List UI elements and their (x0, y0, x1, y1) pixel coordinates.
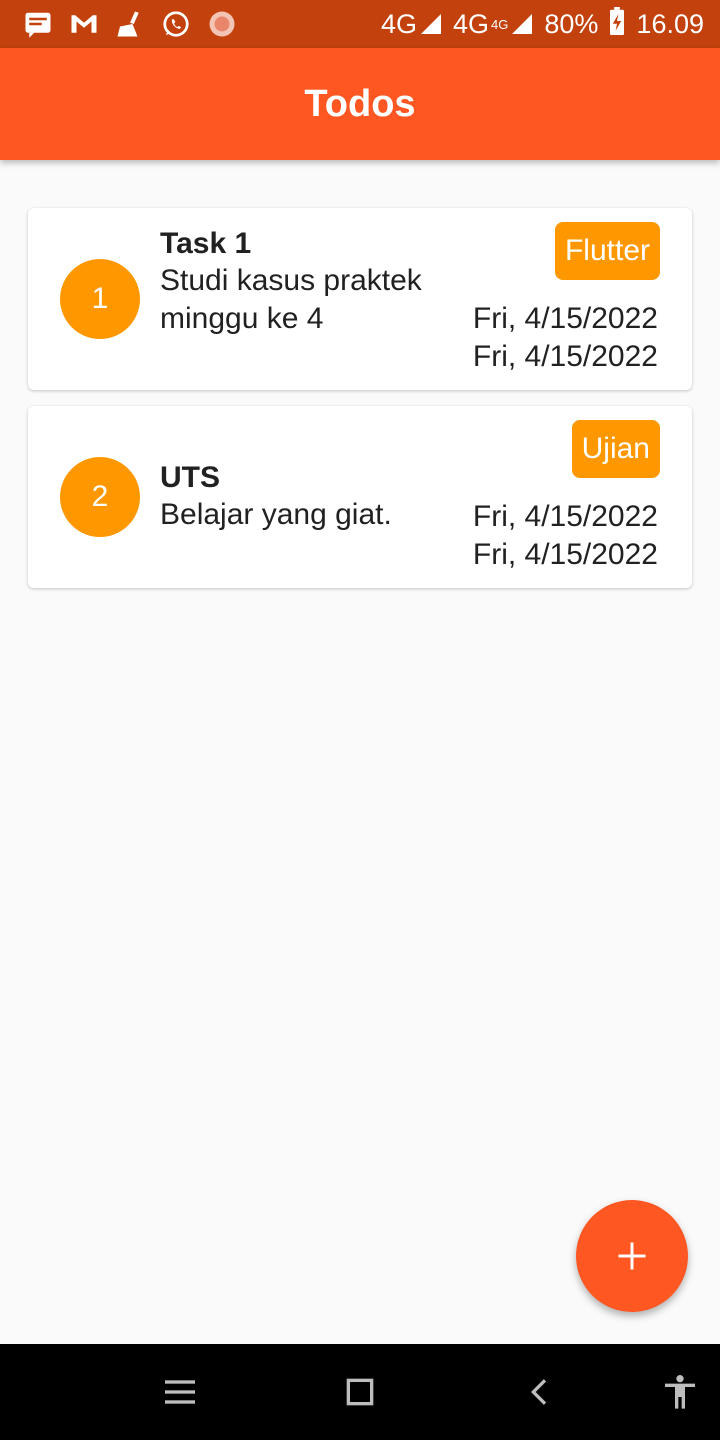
home-square-icon (346, 1378, 374, 1406)
todo-text: Task 1 Studi kasus praktek minggu ke 4 (160, 226, 430, 338)
todo-dates: Fri, 4/15/2022 Fri, 4/15/2022 (473, 300, 658, 376)
battery-charging-icon (608, 6, 626, 42)
whatsapp-icon (160, 8, 192, 40)
clock: 16.09 (636, 8, 704, 39)
battery-percent: 80% (544, 8, 599, 39)
accessibility-icon (665, 1375, 695, 1409)
network-type-2-sup: 4G (491, 16, 509, 32)
back-icon (530, 1379, 547, 1405)
cleaner-icon (114, 8, 146, 40)
home-button[interactable] (336, 1368, 384, 1416)
accessibility-button[interactable] (656, 1368, 704, 1416)
page-title: Todos (304, 82, 416, 125)
network-type-1: 4G (380, 8, 417, 39)
todo-title: UTS (160, 461, 220, 494)
todo-title: Task 1 (160, 227, 252, 260)
todo-description: Studi kasus praktek minggu ke 4 (160, 264, 422, 335)
gmail-icon (68, 8, 100, 40)
menu-button[interactable] (156, 1368, 204, 1416)
todo-tag-chip: Flutter (554, 222, 660, 280)
signal-1: 4G (381, 9, 443, 40)
app-icon (206, 8, 238, 40)
system-indicators: 4G 4G 4G 80% 16.09 (381, 6, 704, 42)
todo-date-end: Fri, 4/15/2022 (472, 538, 658, 571)
todo-tag-chip: Ujian (571, 420, 660, 478)
todo-card[interactable]: 2 UTS Belajar yang giat. Ujian Fri, 4/15… (28, 406, 692, 588)
add-todo-button[interactable] (576, 1200, 688, 1312)
todo-date-end: Fri, 4/15/2022 (472, 340, 658, 373)
back-button[interactable] (516, 1368, 564, 1416)
status-bar: 4G 4G 4G 80% 16.09 (0, 0, 720, 48)
signal-icon (421, 14, 441, 34)
message-icon (22, 8, 54, 40)
todo-card[interactable]: 1 Task 1 Studi kasus praktek minggu ke 4… (28, 208, 692, 390)
notification-icons (22, 8, 238, 40)
signal-2: 4G 4G (453, 9, 534, 40)
todo-index-avatar: 2 (60, 457, 140, 537)
add-icon (618, 1242, 646, 1270)
todo-date-start: Fri, 4/15/2022 (472, 500, 658, 533)
todo-index-avatar: 1 (60, 259, 140, 339)
todo-text: UTS Belajar yang giat. (160, 460, 430, 534)
todo-dates: Fri, 4/15/2022 Fri, 4/15/2022 (473, 498, 658, 574)
system-nav-bar (0, 1344, 720, 1440)
signal-icon (512, 14, 533, 34)
todo-date-start: Fri, 4/15/2022 (472, 302, 658, 335)
todo-description: Belajar yang giat. (160, 498, 392, 531)
network-type-2: 4G (453, 8, 490, 39)
app-bar: Todos (0, 48, 720, 160)
menu-icon (165, 1380, 195, 1404)
